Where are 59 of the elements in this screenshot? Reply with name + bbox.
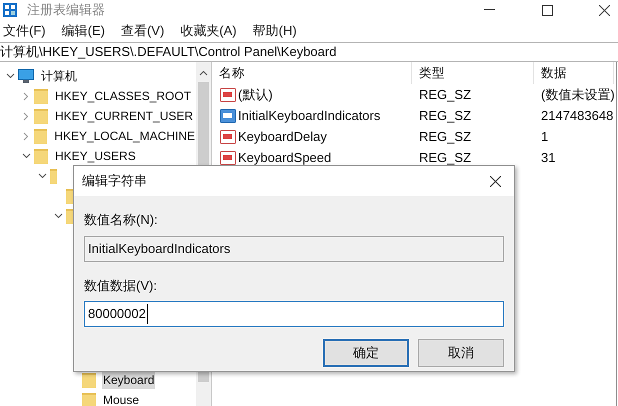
close-icon[interactable] bbox=[599, 4, 610, 16]
table-cell[interactable]: KeyboardSpeed bbox=[238, 148, 332, 168]
collapse-chevron-icon[interactable] bbox=[6, 73, 14, 79]
expand-chevron-icon[interactable] bbox=[22, 132, 29, 140]
field-label: 数值数据(V): bbox=[84, 276, 158, 295]
tree-item[interactable]: HKEY_CLASSES_ROOT bbox=[54, 87, 192, 105]
dialog-button[interactable]: 取消 bbox=[418, 339, 504, 367]
table-cell-text: 2147483648 bbox=[540, 106, 614, 125]
table-cell[interactable]: InitialKeyboardIndicators bbox=[238, 106, 380, 126]
maximize-icon[interactable] bbox=[542, 4, 553, 16]
folder-icon bbox=[50, 168, 57, 184]
tree-item[interactable]: Keyboard bbox=[102, 371, 156, 389]
folder-icon bbox=[34, 88, 48, 104]
close-icon[interactable] bbox=[490, 176, 501, 186]
computer-icon bbox=[18, 69, 34, 83]
column-header[interactable]: 类型 bbox=[412, 62, 534, 84]
dialog-title: 编辑字符串 bbox=[82, 172, 147, 190]
folder-icon bbox=[34, 128, 48, 144]
table-cell-text: REG_SZ bbox=[418, 86, 472, 104]
expand-chevron-icon[interactable] bbox=[23, 112, 29, 120]
address-bar[interactable]: 计算机\HKEY_USERS\.DEFAULT\Control Panel\Keyboard bbox=[0, 42, 618, 62]
table-cell-text: 31 bbox=[540, 148, 556, 167]
folder-icon bbox=[66, 208, 73, 224]
table-cell[interactable]: KeyboardDelay bbox=[238, 126, 327, 146]
tree-item[interactable]: 计算机 bbox=[40, 67, 78, 85]
tree-item[interactable]: HKEY_USERS bbox=[54, 147, 137, 165]
folder-icon bbox=[82, 372, 96, 388]
column-header[interactable]: 数据 bbox=[534, 62, 614, 84]
value-data-field[interactable]: 80000002 bbox=[84, 301, 504, 327]
tree-item[interactable]: HKEY_CURRENT_USER bbox=[54, 107, 194, 125]
folder-icon bbox=[34, 108, 48, 124]
menu-item[interactable]: 编辑(E) bbox=[62, 21, 105, 41]
window-title: 注册表编辑器 bbox=[27, 1, 105, 20]
scroll-up-icon[interactable] bbox=[199, 70, 208, 76]
folder-icon bbox=[82, 392, 96, 406]
menu-item[interactable]: 帮助(H) bbox=[252, 21, 297, 41]
menu-item[interactable]: 查看(V) bbox=[120, 21, 164, 41]
tree-item[interactable]: HKEY_LOCAL_MACHINE bbox=[53, 127, 196, 145]
minimize-icon[interactable] bbox=[484, 9, 495, 11]
tree-item[interactable]: Mouse bbox=[102, 391, 140, 406]
folder-icon bbox=[66, 188, 73, 204]
collapse-chevron-icon[interactable] bbox=[22, 153, 30, 159]
column-header[interactable]: 名称 bbox=[212, 62, 412, 84]
table-cell-text: REG_SZ bbox=[418, 128, 472, 146]
table-cell-text: REG_SZ bbox=[418, 106, 472, 125]
table-cell-text: (数值未设置) bbox=[540, 86, 614, 104]
field-label: 数值名称(N): bbox=[84, 211, 159, 229]
folder-icon bbox=[34, 148, 48, 164]
collapse-chevron-icon[interactable] bbox=[38, 173, 46, 179]
table-cell-text: 1 bbox=[540, 128, 550, 146]
value-name-field: InitialKeyboardIndicators bbox=[84, 236, 504, 262]
table-cell[interactable]: (默认) bbox=[238, 84, 273, 104]
dialog-button[interactable]: 确定 bbox=[323, 339, 409, 367]
table-cell-text: REG_SZ bbox=[418, 148, 472, 167]
registry-icon bbox=[3, 3, 17, 17]
menu-item[interactable]: 文件(F) bbox=[3, 21, 46, 41]
collapse-chevron-icon[interactable] bbox=[54, 213, 62, 219]
menu-item[interactable]: 收藏夹(A) bbox=[180, 21, 237, 41]
expand-chevron-icon[interactable] bbox=[23, 92, 29, 100]
